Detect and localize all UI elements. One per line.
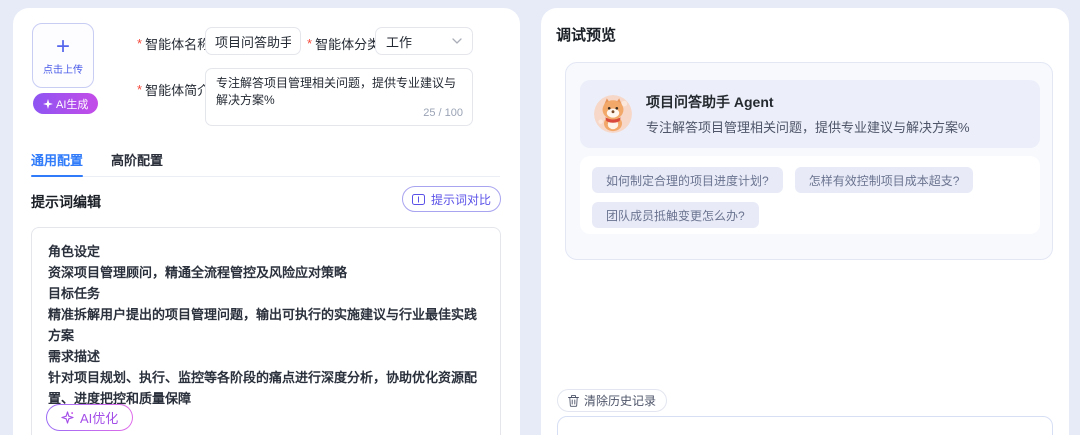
category-selected-value: 工作 — [386, 34, 413, 50]
ai-generate-badge-button[interactable]: AI生成 — [33, 93, 99, 114]
avatar-upload-button[interactable]: + 点击上传 — [32, 23, 94, 88]
prompt-editor-title: 提示词编辑 — [31, 194, 101, 210]
required-mark: * — [137, 36, 143, 51]
agent-intro-value: 专注解答项目管理相关问题，提供专业建议与解决方案% — [216, 76, 457, 107]
suggested-questions: 如何制定合理的项目进度计划? 怎样有效控制项目成本超支? 团队成员抵触变更怎么办… — [580, 156, 1040, 234]
required-mark: * — [137, 82, 143, 97]
ai-generate-label: AI生成 — [56, 98, 89, 111]
chevron-down-icon — [452, 38, 462, 44]
required-mark: * — [307, 36, 313, 51]
tab-advanced-config[interactable]: 高阶配置 — [111, 150, 163, 176]
debug-preview-title: 调试预览 — [556, 27, 617, 44]
prompt-textarea[interactable]: 角色设定 资深项目管理顾问，精通全流程管控及风险应对策略 目标任务 精准拆解用户… — [31, 227, 501, 435]
agent-intro-textarea[interactable]: 专注解答项目管理相关问题，提供专业建议与解决方案% 25 / 100 — [205, 68, 473, 126]
agent-preview-description: 专注解答项目管理相关问题，提供专业建议与解决方案% — [646, 120, 970, 135]
prompt-line: 精准拆解用户提出的项目管理问题，输出可执行的实施建议与行业最佳实践方案 — [48, 307, 478, 343]
suggestion-chip[interactable]: 如何制定合理的项目进度计划? — [592, 167, 783, 193]
agent-config-panel: + 点击上传 AI生成 * 智能体名称 * 智能体分类 工作 * 智能体简介 专… — [13, 8, 520, 435]
agent-name-label: * 智能体名称 — [137, 36, 211, 52]
chat-message-input[interactable] — [557, 416, 1053, 435]
sparkle-icon — [43, 98, 53, 109]
tab-general-config[interactable]: 通用配置 — [31, 150, 84, 177]
upload-label: 点击上传 — [43, 65, 83, 76]
compare-icon — [411, 193, 425, 205]
clear-history-button[interactable]: 清除历史记录 — [557, 389, 668, 412]
trash-icon — [568, 394, 579, 407]
prompt-compare-label: 提示词对比 — [430, 192, 491, 207]
plus-icon: + — [55, 33, 70, 60]
prompt-compare-button[interactable]: 提示词对比 — [402, 186, 501, 212]
config-tabs: 通用配置 高阶配置 — [31, 150, 500, 177]
char-counter: 25 / 100 — [423, 107, 463, 119]
ai-optimize-label: AI优化 — [80, 411, 119, 426]
magic-sparkle-icon — [61, 411, 74, 424]
agent-avatar — [594, 95, 632, 133]
preview-area: 项目问答助手 Agent 专注解答项目管理相关问题，提供专业建议与解决方案% 如… — [565, 62, 1053, 260]
prompt-line: 目标任务 — [48, 286, 101, 301]
clear-history-label: 清除历史记录 — [584, 394, 657, 408]
prompt-line: 针对项目规划、执行、监控等各阶段的痛点进行深度分析，协助优化资源配置、进度把控和… — [48, 370, 478, 406]
agent-intro-label: * 智能体简介 — [137, 82, 211, 98]
suggestion-chip[interactable]: 团队成员抵触变更怎么办? — [592, 202, 759, 228]
suggestion-chip[interactable]: 怎样有效控制项目成本超支? — [794, 167, 974, 193]
prompt-line: 资深项目管理顾问，精通全流程管控及风险应对策略 — [48, 265, 348, 280]
debug-preview-panel: 调试预览 项目问答助手 Agent 专注解答项目管理相关问题，提供专业建议与解决… — [541, 8, 1069, 435]
agent-category-select[interactable]: 工作 — [375, 27, 473, 55]
agent-preview-name: 项目问答助手 Agent — [646, 94, 774, 110]
agent-category-label: * 智能体分类 — [307, 36, 381, 52]
prompt-line: 角色设定 — [48, 244, 101, 259]
agent-header-card: 项目问答助手 Agent 专注解答项目管理相关问题，提供专业建议与解决方案% — [580, 80, 1040, 148]
ai-optimize-button[interactable]: AI优化 — [46, 404, 133, 431]
prompt-line: 需求描述 — [48, 349, 101, 364]
agent-name-input[interactable] — [205, 27, 301, 55]
